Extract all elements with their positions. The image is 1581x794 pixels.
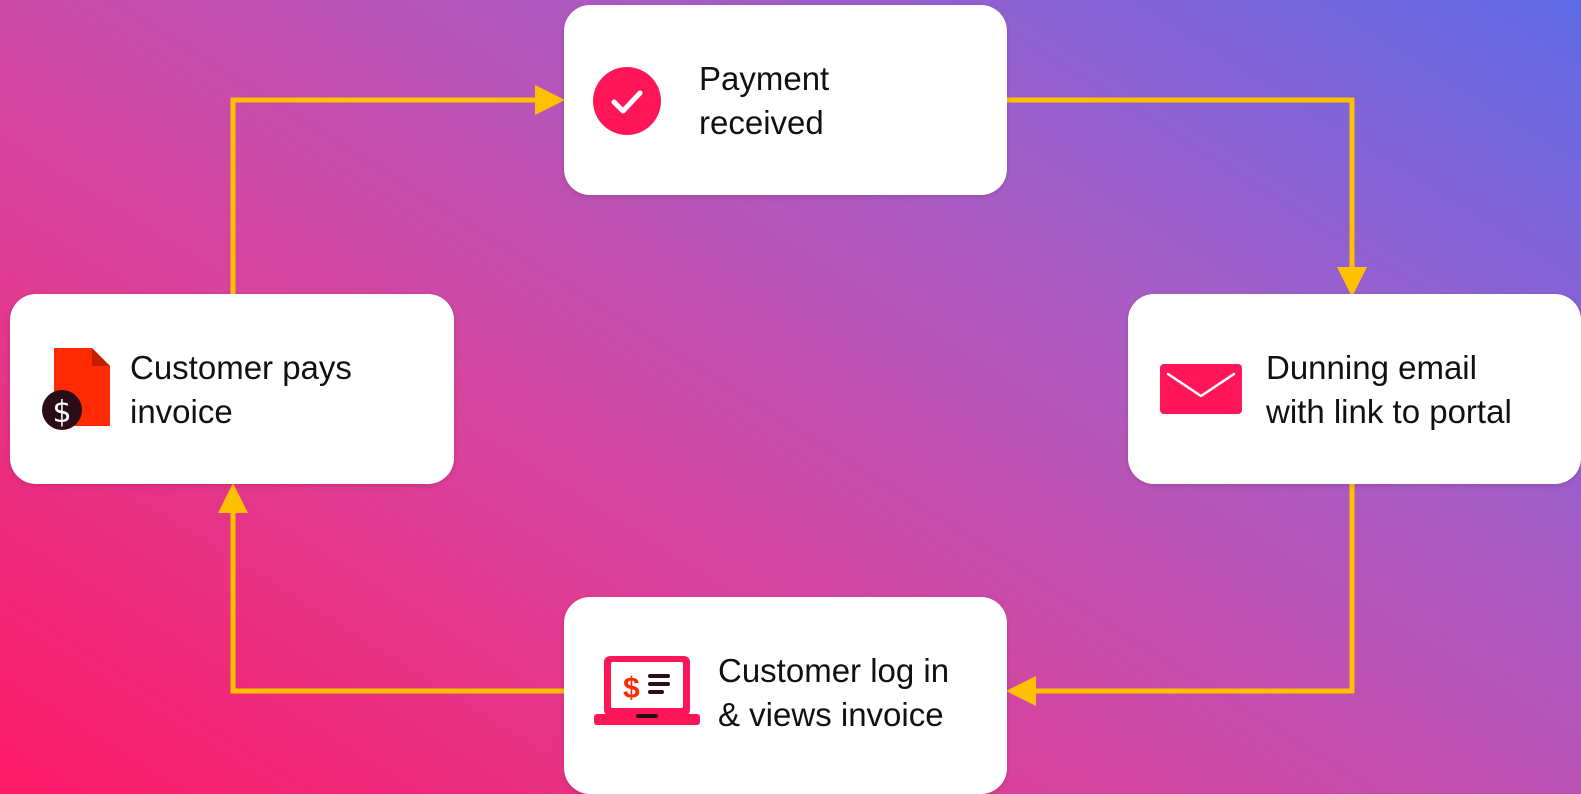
svg-text:$: $: [52, 395, 71, 430]
node-payment-received: Payment received: [564, 5, 1007, 195]
node-customer-login: $ Customer log in & views invoice: [564, 597, 1007, 794]
node-label: Customer pays invoice: [130, 349, 352, 430]
edge-login-to-pays: [218, 483, 564, 694]
node-label: Dunning email with link to portal: [1266, 349, 1512, 430]
edge-payment-to-dunning: [1007, 97, 1367, 297]
node-label: Payment received: [699, 60, 830, 141]
node-dunning-email: Dunning email with link to portal: [1128, 294, 1581, 484]
edge-pays-to-payment: [230, 85, 565, 294]
envelope-icon: [1160, 364, 1242, 419]
laptop-invoice-icon: $: [594, 656, 700, 733]
check-circle-icon: [593, 67, 661, 140]
node-label: Customer log in & views invoice: [718, 652, 950, 733]
invoice-document-icon: $: [40, 346, 114, 435]
node-customer-pays: $ Customer pays invoice: [10, 294, 454, 484]
svg-text:$: $: [623, 672, 640, 705]
edge-dunning-to-login: [1006, 484, 1355, 706]
